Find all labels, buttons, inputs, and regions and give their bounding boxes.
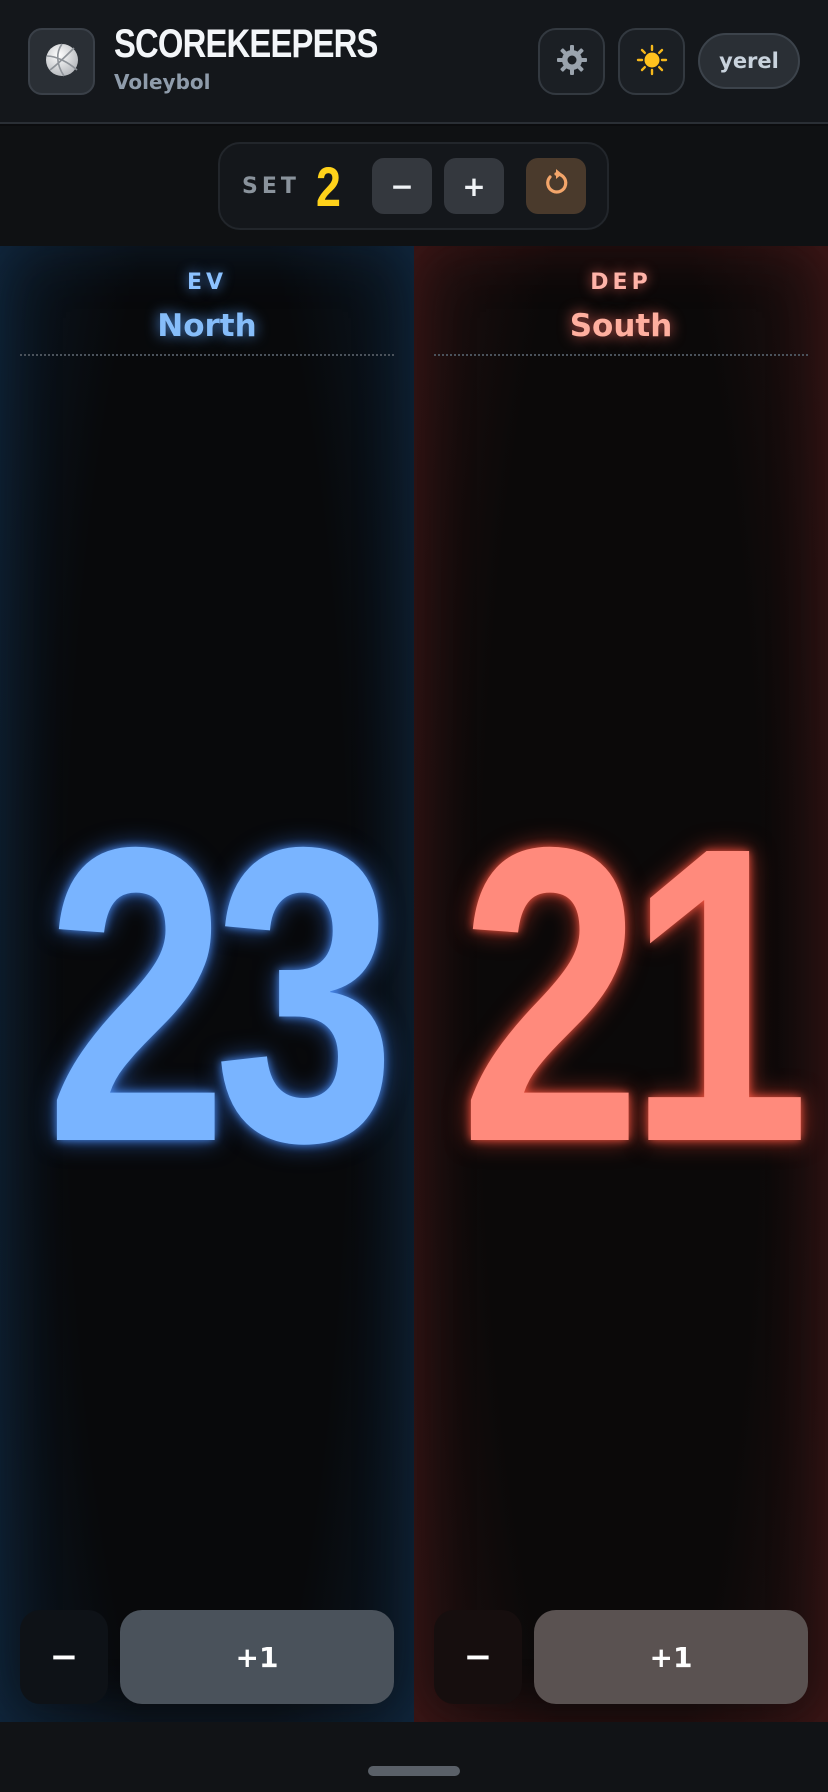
score-increment-button[interactable]: +1 (534, 1610, 808, 1704)
score-decrement-button[interactable]: − (20, 1610, 108, 1704)
team-score[interactable]: 23 (46, 786, 396, 1206)
team-panel-home[interactable]: EV North 23 − +1 (0, 246, 414, 1722)
sun-icon (636, 44, 668, 80)
team-tag: DEP (590, 270, 652, 295)
app-title: SCOREKEEPERS (114, 22, 378, 66)
reset-icon (541, 168, 571, 205)
volleyball-icon (44, 42, 80, 82)
reset-button[interactable] (526, 158, 586, 214)
mode-button[interactable]: yerel (698, 33, 800, 89)
divider (20, 354, 394, 356)
app-header: SCOREKEEPERS Voleybol yerel (0, 0, 828, 124)
set-control-area: SET 2 − + (0, 126, 828, 246)
team-panel-away[interactable]: DEP South 21 − +1 (414, 246, 828, 1722)
home-indicator[interactable] (368, 1766, 460, 1776)
settings-button[interactable] (538, 28, 605, 95)
theme-toggle-button[interactable] (618, 28, 685, 95)
set-number: 2 (316, 155, 341, 218)
app-subtitle: Voleybol (114, 70, 211, 94)
divider (434, 354, 808, 356)
set-control: SET 2 − + (218, 142, 609, 230)
team-score[interactable]: 21 (460, 786, 810, 1206)
set-label: SET (242, 174, 300, 199)
gear-icon (556, 44, 588, 80)
logo-button[interactable] (28, 28, 95, 95)
bottom-bar (0, 1722, 828, 1792)
score-decrement-button[interactable]: − (434, 1610, 522, 1704)
team-name[interactable]: South (414, 308, 828, 344)
set-decrement-button[interactable]: − (372, 158, 432, 214)
score-increment-button[interactable]: +1 (120, 1610, 394, 1704)
team-name[interactable]: North (0, 308, 414, 344)
set-increment-button[interactable]: + (444, 158, 504, 214)
team-tag: EV (186, 270, 228, 295)
